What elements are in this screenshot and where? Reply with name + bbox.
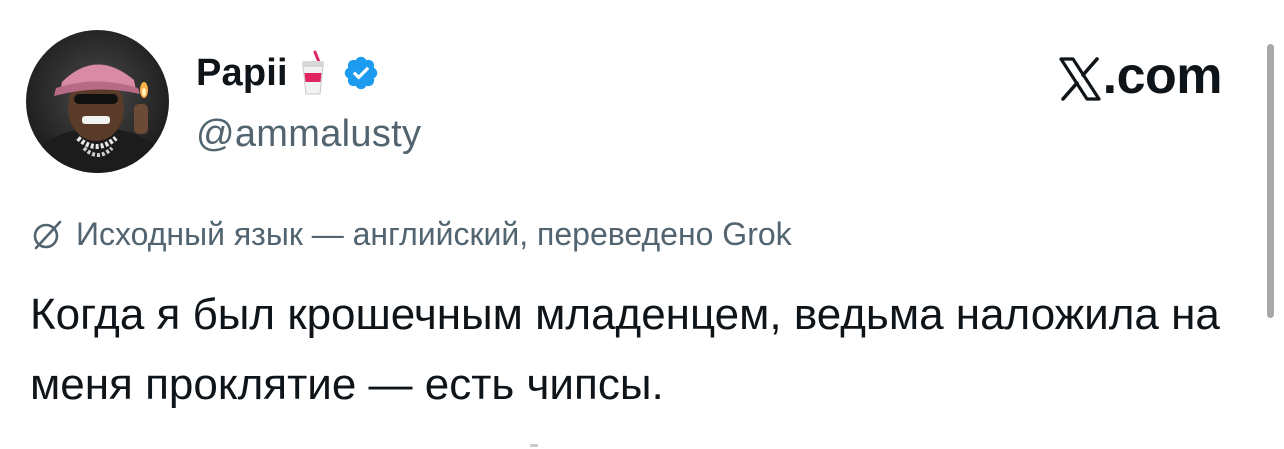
- author-handle[interactable]: @ammalusty: [196, 113, 421, 156]
- author-name-row: Papii: [196, 50, 380, 96]
- brand-logo: .com: [1059, 46, 1223, 106]
- tweet-text: Когда я был крошечным младенцем, ведьма …: [30, 290, 1220, 409]
- avatar-image: [26, 30, 169, 173]
- x-logo-icon: [1059, 54, 1101, 101]
- translation-note: Исходный язык — английский, переведено G…: [30, 216, 792, 253]
- verified-check-icon[interactable]: [342, 54, 380, 92]
- display-name[interactable]: Papii: [196, 52, 288, 95]
- divider-fragment: [530, 444, 538, 447]
- brand-label: .com: [1102, 47, 1223, 105]
- translation-note-text: Исходный язык — английский, переведено G…: [76, 216, 792, 252]
- avatar[interactable]: [26, 30, 169, 173]
- soda-cup-emoji-icon: [298, 50, 328, 96]
- grok-icon: [30, 218, 64, 252]
- scrollbar[interactable]: [1267, 44, 1274, 318]
